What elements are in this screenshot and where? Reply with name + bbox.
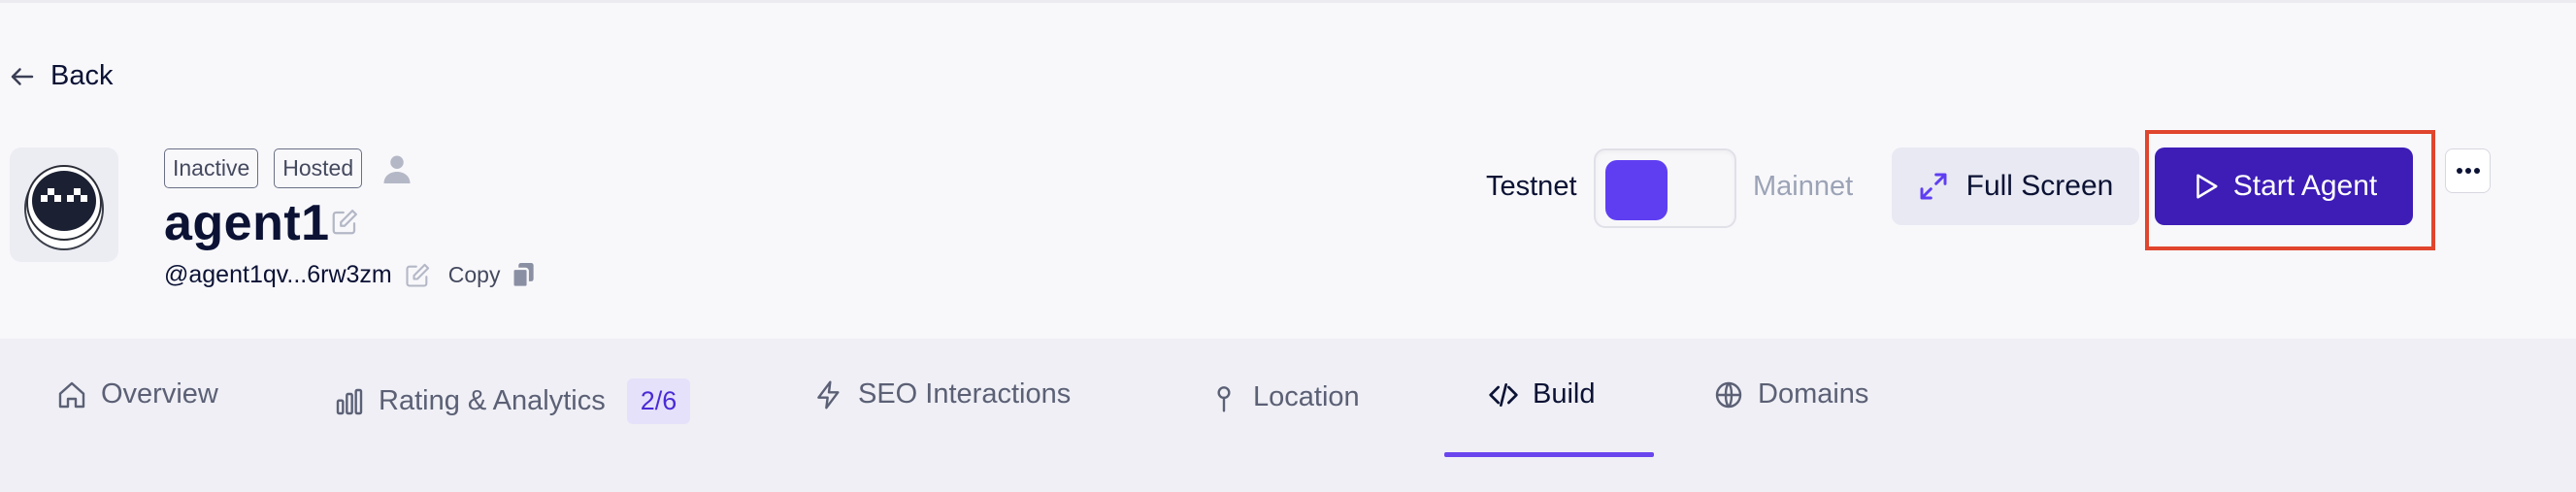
edit-name-icon[interactable] bbox=[330, 208, 359, 237]
top-divider bbox=[0, 0, 2576, 3]
expand-icon bbox=[1920, 173, 1947, 200]
home-icon bbox=[58, 381, 85, 408]
back-button[interactable]: Back bbox=[8, 60, 113, 92]
lightning-icon bbox=[817, 379, 840, 410]
network-toggle[interactable] bbox=[1594, 148, 1736, 228]
agent-page: Back Inactive Hosted agent1 @agent1qv...… bbox=[0, 0, 2576, 492]
full-screen-button[interactable]: Full Screen bbox=[1892, 148, 2139, 225]
agent-name: agent1 bbox=[164, 195, 330, 251]
tab-location[interactable]: Location bbox=[1208, 381, 1360, 413]
testnet-label[interactable]: Testnet bbox=[1486, 171, 1577, 203]
rating-count-badge: 2/6 bbox=[626, 378, 691, 424]
tab-overview[interactable]: Overview bbox=[56, 378, 218, 410]
tab-overview-label: Overview bbox=[101, 378, 218, 410]
tab-location-label: Location bbox=[1253, 381, 1360, 412]
hosting-badge: Hosted bbox=[274, 148, 363, 188]
tab-build[interactable]: Build bbox=[1488, 378, 1596, 410]
tab-domains[interactable]: Domains bbox=[1713, 378, 1868, 410]
address-row: @agent1qv...6rw3zm Copy bbox=[164, 261, 535, 289]
mainnet-label[interactable]: Mainnet bbox=[1753, 171, 1853, 203]
back-label: Back bbox=[50, 60, 114, 91]
toggle-knob bbox=[1605, 160, 1668, 220]
person-icon bbox=[383, 155, 411, 183]
tab-seo-interactions-label: SEO Interactions bbox=[858, 378, 1072, 410]
tab-rating-analytics-label: Rating & Analytics bbox=[379, 385, 606, 416]
more-options-button[interactable] bbox=[2445, 148, 2491, 193]
start-agent-button[interactable]: Start Agent bbox=[2155, 148, 2413, 225]
status-badge: Inactive bbox=[164, 148, 259, 188]
arrow-left-icon bbox=[11, 67, 34, 85]
code-icon bbox=[1489, 382, 1518, 407]
agent-address: @agent1qv...6rw3zm bbox=[164, 261, 392, 288]
copy-icon[interactable] bbox=[512, 262, 535, 288]
copy-address-button[interactable]: Copy bbox=[448, 262, 501, 288]
globe-icon bbox=[1715, 381, 1742, 408]
tab-build-label: Build bbox=[1533, 378, 1596, 410]
play-icon bbox=[2196, 174, 2218, 199]
robot-face-icon bbox=[24, 165, 104, 250]
start-agent-label: Start Agent bbox=[2232, 170, 2378, 202]
agent-badges: Inactive Hosted bbox=[164, 148, 414, 188]
agent-avatar bbox=[10, 148, 118, 262]
tab-domains-label: Domains bbox=[1758, 378, 1869, 410]
tab-seo-interactions[interactable]: SEO Interactions bbox=[813, 378, 1071, 410]
bar-chart-icon bbox=[336, 388, 363, 414]
tab-rating-analytics[interactable]: Rating & Analytics 2/6 bbox=[334, 378, 691, 424]
pin-icon bbox=[1217, 385, 1231, 412]
active-tab-indicator bbox=[1444, 452, 1654, 457]
edit-address-icon[interactable] bbox=[404, 262, 431, 289]
full-screen-label: Full Screen bbox=[1965, 170, 2114, 202]
ellipsis-icon bbox=[2456, 168, 2480, 174]
